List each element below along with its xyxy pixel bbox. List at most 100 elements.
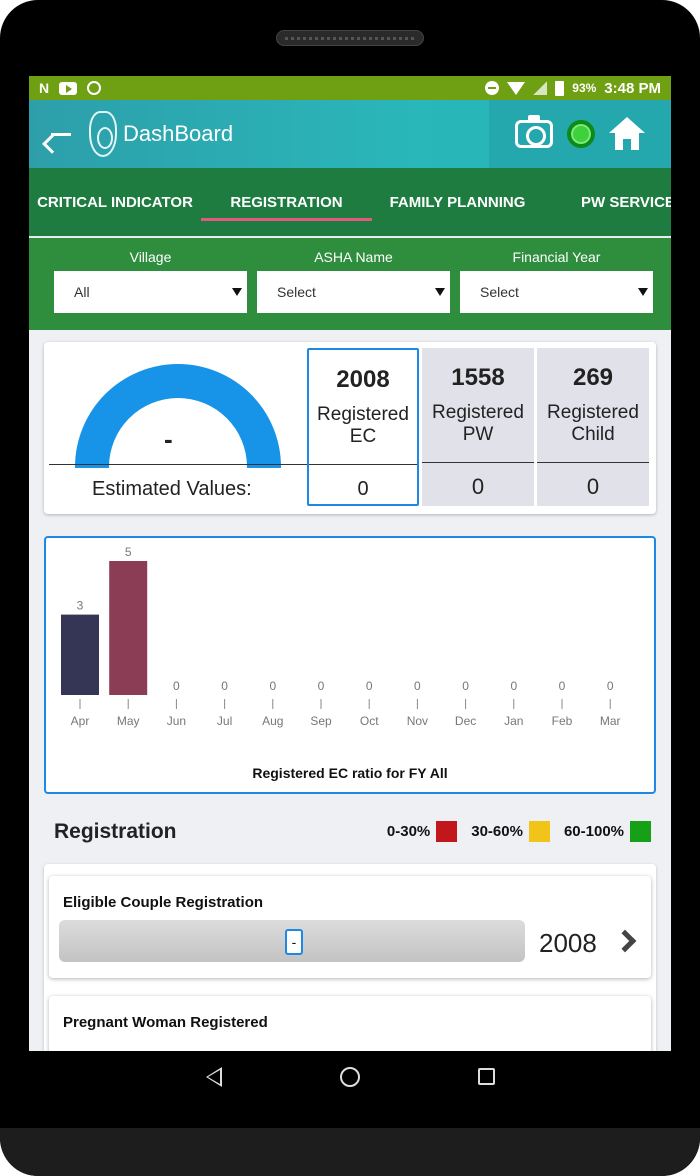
legend-label-high: 60-100% <box>563 823 624 840</box>
list-item[interactable]: Pregnant Woman Registered <box>49 996 651 1051</box>
category-label-dec: Dec <box>455 714 476 728</box>
value-label-jun: 0 <box>173 679 180 693</box>
value-label-may: 5 <box>125 545 132 559</box>
village-label: Village <box>129 249 172 265</box>
legend-label-low: 0-30% <box>386 823 431 840</box>
home-icon[interactable] <box>609 117 645 151</box>
value-label-jul: 0 <box>221 679 228 693</box>
speaker-grille <box>276 30 424 46</box>
app-title: DashBoard <box>123 121 234 146</box>
bar-may <box>109 561 148 695</box>
value-label-feb: 0 <box>559 679 566 693</box>
stats-card: - Estimated Values: 2008 Registered EC 0… <box>44 342 656 514</box>
tab-pw-services[interactable]: PW SERVICES <box>543 168 671 236</box>
tab-critical-indicator[interactable]: CRITICAL INDICATOR <box>29 168 201 236</box>
device-frame: N 93% 3:48 PM DashBoard CRITICAL INDICAT… <box>0 0 700 1176</box>
registration-heading: Registration <box>54 820 177 843</box>
ec-ratio-chart: 3 Apr 5 May 0 Jun 0 Jul 0 Aug 0 Sep 0 Oct 0 Nov 0 Dec 0 Jan… <box>44 536 656 794</box>
asha-select-value: Select <box>277 284 316 300</box>
value-label-dec: 0 <box>462 679 469 693</box>
dropdown-caret-icon <box>232 288 242 296</box>
nav-back-icon[interactable] <box>206 1067 222 1087</box>
app-logo-icon <box>89 111 117 157</box>
filter-bar: Village All ASHA Name Select Financial Y… <box>29 238 671 330</box>
divider <box>309 464 417 465</box>
gauge-chart <box>75 364 281 468</box>
clock: 3:48 PM <box>604 79 661 97</box>
asha-select[interactable]: Select <box>257 271 450 313</box>
asha-filter: ASHA Name Select <box>257 238 450 330</box>
value-label-aug: 0 <box>269 679 276 693</box>
value-label-sep: 0 <box>318 679 325 693</box>
financial-year-filter: Financial Year Select <box>460 238 653 330</box>
camera-icon[interactable] <box>515 115 553 148</box>
battery-icon <box>555 80 565 96</box>
financial-year-label: Financial Year <box>512 249 601 265</box>
category-label-mar: Mar <box>600 714 621 728</box>
ec-progress-bar: - <box>59 920 525 962</box>
ec-registration-value: 2008 <box>539 928 597 958</box>
youtube-notification-icon <box>59 81 78 95</box>
device-bottom-bezel <box>0 1128 700 1176</box>
chevron-right-icon[interactable] <box>613 929 637 953</box>
nav-home-icon[interactable] <box>340 1067 360 1087</box>
category-label-nov: Nov <box>407 714 428 728</box>
divider <box>422 462 534 463</box>
category-label-jan: Jan <box>504 714 523 728</box>
category-label-jul: Jul <box>217 714 232 728</box>
back-arrow-icon[interactable] <box>47 119 77 149</box>
progress-marker: - <box>285 929 303 955</box>
tab-registration[interactable]: REGISTRATION <box>201 168 372 236</box>
tab-family-planning[interactable]: FAMILY PLANNING <box>372 168 543 236</box>
nav-recents-icon[interactable] <box>478 1068 495 1085</box>
dropdown-caret-icon <box>435 288 445 296</box>
category-label-oct: Oct <box>360 714 379 728</box>
gauge-value: - <box>164 424 173 454</box>
registration-list: Eligible Couple Registration - 2008 Preg… <box>44 864 656 1051</box>
divider <box>49 464 311 465</box>
registered-ec-estimated: 0 <box>357 478 369 500</box>
sync-status-icon[interactable] <box>567 120 595 148</box>
registered-ec-tile[interactable]: 2008 Registered EC 0 <box>307 348 419 506</box>
asha-label: ASHA Name <box>314 249 393 265</box>
village-select[interactable]: All <box>54 271 247 313</box>
value-label-nov: 0 <box>414 679 421 693</box>
wifi-icon <box>507 81 526 95</box>
legend-swatch-mid <box>528 821 550 842</box>
village-select-value: All <box>74 284 90 300</box>
registered-pw-count: 1558 <box>451 364 505 391</box>
system-nav-bar <box>0 1051 700 1128</box>
status-bar: N 93% 3:48 PM <box>29 76 671 100</box>
registered-ec-count: 2008 <box>336 366 390 393</box>
list-item[interactable]: Eligible Couple Registration - 2008 <box>49 876 651 978</box>
value-label-oct: 0 <box>366 679 373 693</box>
divider <box>537 462 649 463</box>
category-label-apr: Apr <box>71 714 90 728</box>
village-filter: Village All <box>54 238 247 330</box>
value-label-apr: 3 <box>77 599 84 613</box>
registered-pw-estimated: 0 <box>471 474 485 499</box>
app-bar: DashBoard <box>29 100 671 168</box>
screen: N 93% 3:48 PM DashBoard CRITICAL INDICAT… <box>29 76 671 1051</box>
ec-registration-name: Eligible Couple Registration <box>63 894 264 911</box>
financial-year-select[interactable]: Select <box>460 271 653 313</box>
registered-pw-tile[interactable]: 1558 Registered PW 0 <box>422 348 534 506</box>
app-bar-actions <box>489 100 671 168</box>
category-label-jun: Jun <box>167 714 186 728</box>
registered-child-tile[interactable]: 269 Registered Child 0 <box>537 348 649 506</box>
message-notification-icon <box>87 81 102 95</box>
signal-icon <box>533 81 548 95</box>
category-label-sep: Sep <box>310 714 332 728</box>
financial-year-select-value: Select <box>480 284 519 300</box>
registered-child-count: 269 <box>572 364 614 391</box>
legend-swatch-low <box>436 821 458 842</box>
bar-apr <box>61 614 99 695</box>
registered-child-estimated: 0 <box>586 474 600 499</box>
legend-swatch-high <box>630 821 651 842</box>
dropdown-caret-icon <box>638 288 648 296</box>
netflix-notification-icon: N <box>39 80 50 96</box>
category-label-aug: Aug <box>262 714 283 728</box>
registered-child-label: Registered Child <box>547 402 639 445</box>
registered-ec-label: Registered EC <box>317 404 409 447</box>
category-label-feb: Feb <box>552 714 573 728</box>
